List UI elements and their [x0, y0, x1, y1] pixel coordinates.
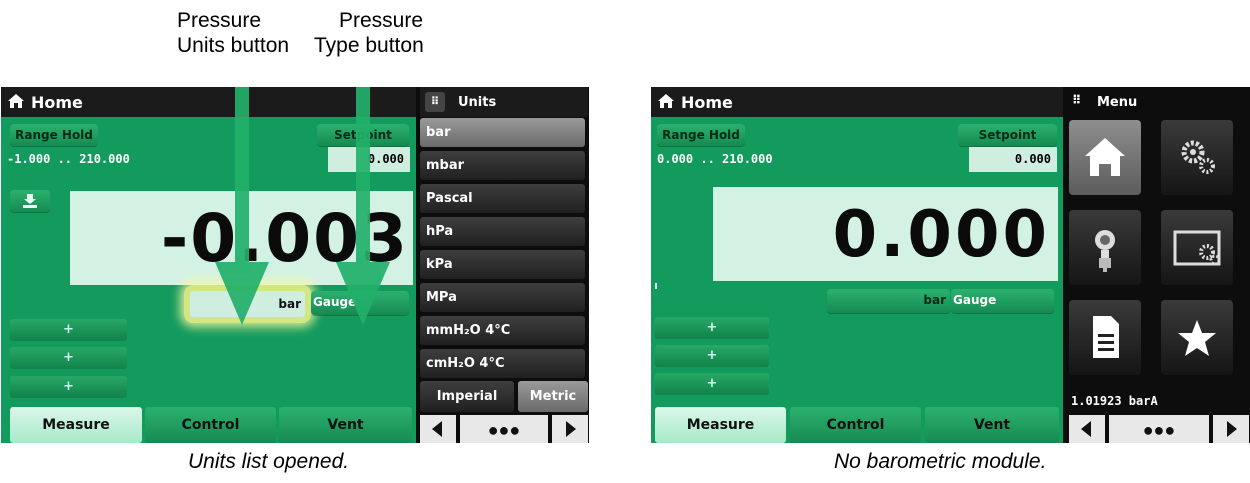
- menu-grid-icon[interactable]: ⠿: [1072, 93, 1081, 107]
- nav-left-button[interactable]: [420, 415, 456, 443]
- nav-left-button[interactable]: [1069, 415, 1105, 443]
- right-plus-button-2[interactable]: +: [655, 345, 769, 367]
- right-baro-bar: [655, 283, 657, 289]
- right-setpoint-value[interactable]: 0.000: [969, 147, 1057, 172]
- arrow-right-icon: [1227, 421, 1237, 437]
- right-reading-display: 0.000: [713, 187, 1058, 281]
- right-reading-value: 0.000: [832, 198, 1050, 272]
- left-plus-button-2[interactable]: +: [10, 347, 127, 369]
- annotation-units-line2: Units button: [177, 34, 290, 57]
- tab-measure[interactable]: Measure: [10, 407, 142, 443]
- annotation-type-line1: Pressure: [339, 9, 424, 32]
- tab-vent[interactable]: Vent: [279, 407, 412, 443]
- nav-right-button[interactable]: [552, 415, 588, 443]
- annotation-arrows: [215, 87, 390, 325]
- nav-dots-icon[interactable]: ●●●: [460, 415, 548, 443]
- left-caption: Units list opened.: [188, 450, 350, 473]
- right-plus-button-1[interactable]: +: [655, 317, 769, 339]
- right-range-text: 0.000 .. 210.000: [657, 152, 773, 166]
- right-pressure-type-button[interactable]: Gauge: [951, 289, 1054, 313]
- nav-right-button[interactable]: [1213, 415, 1249, 443]
- menu-tile-home[interactable]: [1069, 120, 1141, 195]
- home-icon: [1085, 138, 1125, 176]
- menu-tile-display-settings[interactable]: [1161, 210, 1233, 285]
- menu-tile-favorites[interactable]: [1161, 300, 1233, 375]
- menu-tile-sensor[interactable]: [1069, 210, 1141, 285]
- annotation-type-line2: Type button: [314, 34, 424, 57]
- sensor-icon: [1095, 230, 1115, 272]
- nav-dots-icon[interactable]: ●●●: [1109, 415, 1209, 443]
- annotation-type-button: Pressure Type button: [314, 8, 424, 58]
- home-icon[interactable]: [657, 93, 675, 109]
- tab-control[interactable]: Control: [790, 407, 921, 443]
- tab-vent[interactable]: Vent: [925, 407, 1059, 443]
- right-pressure-type-label: Gauge: [953, 293, 997, 307]
- display-settings-icon: [1173, 230, 1221, 266]
- star-icon: [1178, 320, 1216, 356]
- arrow-right-icon: [566, 421, 576, 437]
- baro-reading: 1.01923 barA: [1071, 394, 1158, 408]
- right-plus-button-3[interactable]: +: [655, 373, 769, 395]
- left-device-screen: Home Range Hold -1.000 .. 210.000 Setpoi…: [1, 87, 589, 443]
- arrow-left-icon: [1081, 421, 1091, 437]
- units-system-imperial[interactable]: Imperial: [420, 381, 514, 412]
- right-unit-label: bar: [923, 293, 946, 307]
- annotation-units-button: Pressure Units button: [177, 8, 289, 58]
- right-device-screen: Home Range Hold 0.000 .. 210.000 Setpoin…: [651, 87, 1250, 443]
- settings-gears-icon: [1181, 140, 1215, 174]
- menu-tile-document[interactable]: [1069, 300, 1141, 375]
- left-mode-tabs: Measure Control Vent: [10, 407, 412, 443]
- right-title-bar: Home: [651, 87, 1063, 117]
- tab-control[interactable]: Control: [145, 407, 276, 443]
- units-item-cmh2o[interactable]: cmH₂O 4°C: [420, 349, 585, 378]
- menu-nav-bar: ●●●: [1069, 415, 1250, 443]
- right-caption: No barometric module.: [834, 450, 1047, 473]
- right-mode-tabs: Measure Control Vent: [655, 407, 1059, 443]
- tab-measure[interactable]: Measure: [655, 407, 786, 443]
- annotation-units-line1: Pressure: [177, 9, 262, 32]
- menu-panel: ⠿ Menu 1.01923 barA ●●●: [1067, 87, 1250, 443]
- menu-tile-settings[interactable]: [1161, 120, 1233, 195]
- right-units-button[interactable]: bar: [827, 289, 950, 313]
- arrow-left-icon: [432, 421, 442, 437]
- right-setpoint-button[interactable]: Setpoint: [958, 124, 1057, 146]
- units-system-metric[interactable]: Metric: [518, 381, 588, 412]
- left-plus-button-3[interactable]: +: [10, 376, 127, 398]
- units-nav-bar: ●●●: [420, 415, 588, 443]
- document-icon: [1093, 316, 1119, 358]
- right-range-hold-button[interactable]: Range Hold: [657, 124, 745, 146]
- menu-panel-header: ⠿ Menu: [1067, 87, 1250, 117]
- menu-panel-title: Menu: [1097, 95, 1138, 110]
- type-arrow-icon: [336, 87, 390, 325]
- units-arrow-icon: [215, 87, 269, 325]
- right-title: Home: [681, 93, 733, 112]
